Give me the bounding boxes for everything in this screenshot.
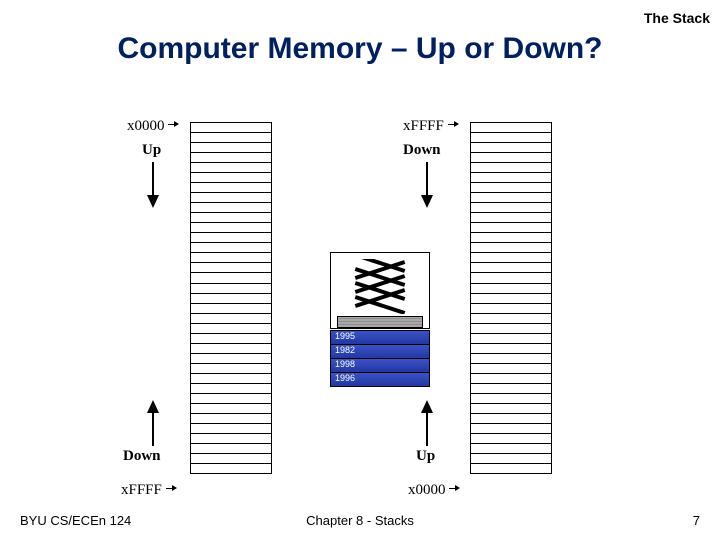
pointer-right-icon [448,119,459,130]
left-bottom-dir: Down [123,448,161,465]
pointer-right-icon [168,119,179,130]
left-top-addr: x0000 [127,118,179,135]
right-top-dir: Down [403,142,441,159]
pointer-right-icon [449,483,460,494]
right-top-addr: xFFFF [403,118,459,135]
section-label: The Stack [644,10,710,26]
right-bottom-addr: x0000 [408,482,460,499]
stack-item: 1982 [330,344,430,359]
stack-item: 1995 [330,330,430,345]
memory-column-right [470,122,552,474]
pointer-right-icon [166,483,177,494]
stack-item: 1998 [330,358,430,373]
left-bottom-addr: xFFFF [121,482,177,499]
left-top-dir: Up [142,142,161,159]
page-number: 7 [693,513,700,528]
right-bottom-dir: Up [416,448,435,465]
memory-column-left [190,122,272,474]
stack-item: 1996 [330,372,430,387]
footer-chapter: Chapter 8 - Stacks [0,513,720,528]
page-title: Computer Memory – Up or Down? [0,32,720,66]
stack-dispenser: 1995 1982 1998 1996 [330,252,430,387]
spring-icon [354,259,406,314]
